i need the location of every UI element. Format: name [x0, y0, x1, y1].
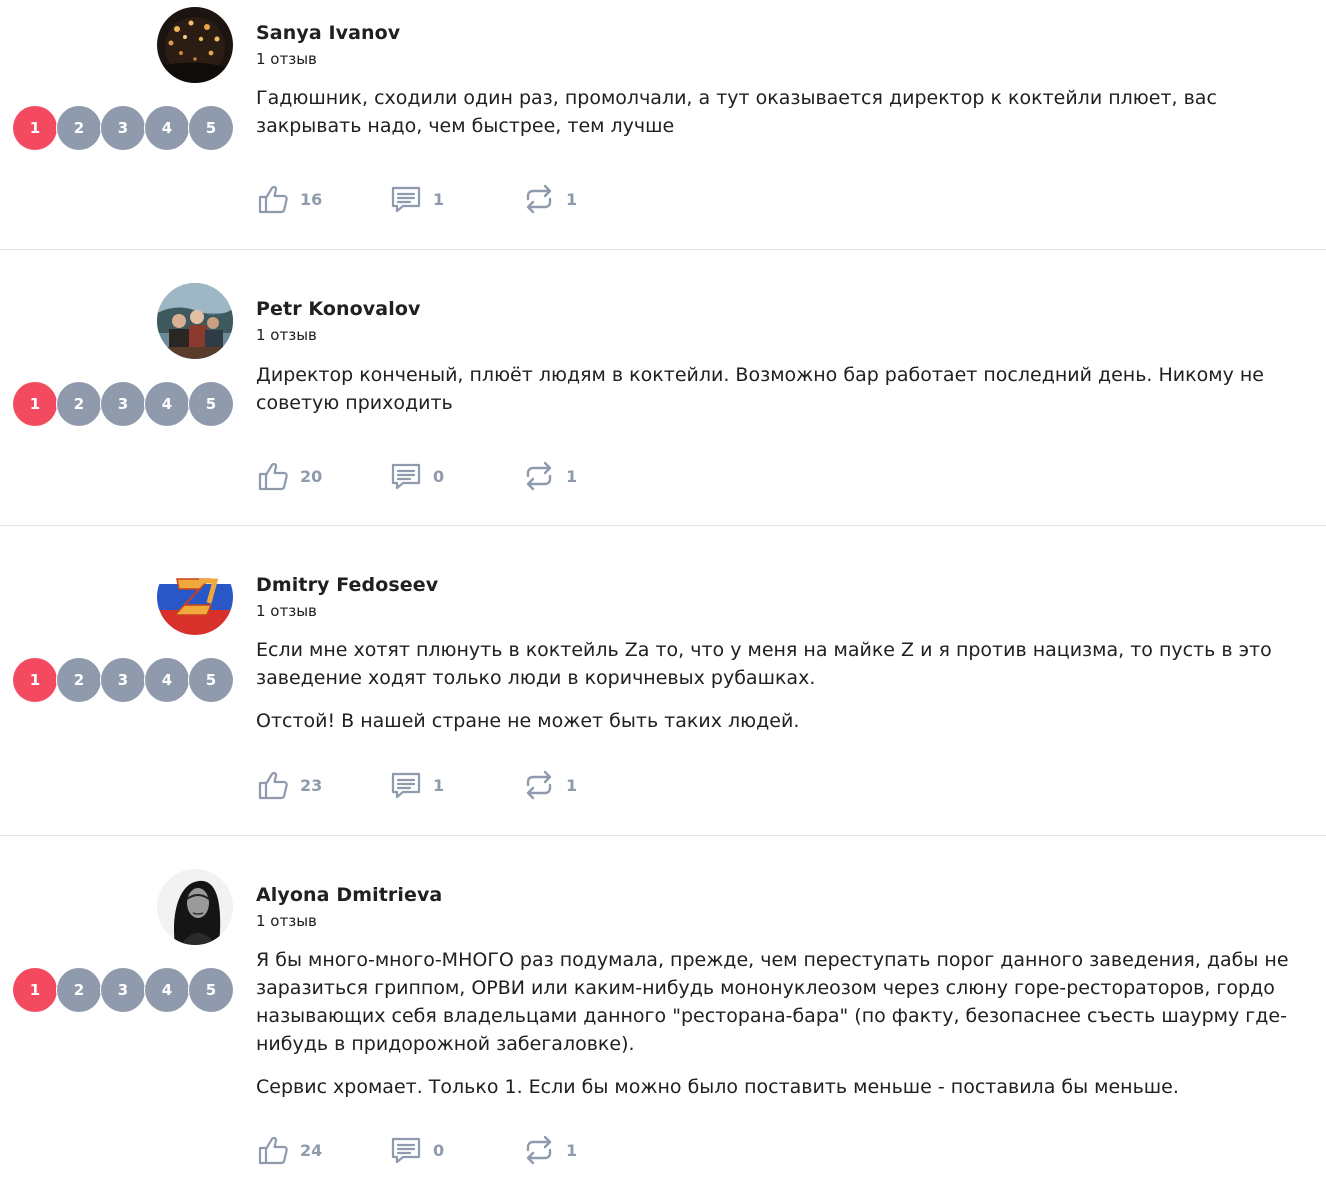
rating-dot-3[interactable]: 3	[101, 382, 145, 426]
author-name[interactable]: Sanya Ivanov	[256, 22, 400, 44]
author-name[interactable]: Petr Konovalov	[256, 298, 420, 320]
like-count: 23	[300, 775, 323, 795]
review-actions: 16 1 1	[256, 181, 596, 217]
share-count: 1	[566, 189, 578, 209]
comment-count: 1	[433, 189, 445, 209]
share-button[interactable]: 1	[522, 181, 577, 217]
like-count: 16	[300, 189, 323, 209]
review-actions: 23 1 1	[256, 767, 596, 803]
thumbs-up-icon	[256, 182, 290, 216]
review-text: Гадюшник, сходили один раз, промолчали, …	[256, 87, 1217, 137]
share-count: 1	[566, 466, 578, 486]
rating-dot-4[interactable]: 4	[145, 106, 189, 150]
author-name[interactable]: Alyona Dmitrieva	[256, 884, 442, 906]
rating-dot-2[interactable]: 2	[57, 382, 101, 426]
rating-dot-2[interactable]: 2	[57, 106, 101, 150]
review-text: Я бы много-много-МНОГО раз подумала, пре…	[256, 949, 1289, 1055]
review-count: 1 отзыв	[256, 50, 317, 68]
share-count: 1	[566, 775, 578, 795]
repost-icon	[522, 768, 556, 802]
comment-count: 1	[433, 775, 445, 795]
rating-dot-4[interactable]: 4	[145, 658, 189, 702]
like-button[interactable]: 16	[256, 181, 322, 217]
rating-dot-4[interactable]: 4	[145, 968, 189, 1012]
review-text: Отстой! В нашей стране не может быть так…	[256, 710, 800, 732]
rating-dot-1[interactable]: 1	[13, 106, 57, 150]
review-card: Dmitry Fedoseev 1 отзыв 1 2 3 4 5 Если м…	[0, 526, 1326, 836]
thumbs-up-icon	[256, 768, 290, 802]
rating-dot-3[interactable]: 3	[101, 658, 145, 702]
comment-count: 0	[433, 1140, 445, 1160]
review-text: Директор конченый, плюёт людям в коктейл…	[256, 364, 1264, 414]
like-count: 24	[300, 1140, 323, 1160]
share-count: 1	[566, 1140, 578, 1160]
like-count: 20	[300, 466, 323, 486]
rating-dot-1[interactable]: 1	[13, 968, 57, 1012]
like-button[interactable]: 24	[256, 1132, 322, 1168]
share-button[interactable]: 1	[522, 1132, 577, 1168]
avatar[interactable]	[157, 559, 233, 635]
comment-button[interactable]: 1	[389, 181, 444, 217]
avatar[interactable]	[157, 7, 233, 83]
rating-dot-5[interactable]: 5	[189, 658, 233, 702]
share-button[interactable]: 1	[522, 458, 577, 494]
comment-button[interactable]: 0	[389, 458, 444, 494]
review-card: Petr Konovalov 1 отзыв 1 2 3 4 5 Директо…	[0, 250, 1326, 526]
rating-dot-2[interactable]: 2	[57, 968, 101, 1012]
review-card: Sanya Ivanov 1 отзыв 1 2 3 4 5 Гадюшник,…	[0, 0, 1326, 250]
rating-dot-3[interactable]: 3	[101, 106, 145, 150]
like-button[interactable]: 23	[256, 767, 322, 803]
avatar[interactable]	[157, 869, 233, 945]
comment-count: 0	[433, 466, 445, 486]
like-button[interactable]: 20	[256, 458, 322, 494]
rating-dot-5[interactable]: 5	[189, 382, 233, 426]
review-actions: 20 0 1	[256, 458, 596, 494]
thumbs-up-icon	[256, 1133, 290, 1167]
comment-icon	[389, 459, 423, 493]
rating-dot-3[interactable]: 3	[101, 968, 145, 1012]
review-actions: 24 0 1	[256, 1132, 596, 1168]
review-count: 1 отзыв	[256, 912, 317, 930]
rating-dot-2[interactable]: 2	[57, 658, 101, 702]
comment-icon	[389, 1133, 423, 1167]
avatar[interactable]	[157, 283, 233, 359]
rating-dot-1[interactable]: 1	[13, 658, 57, 702]
rating-dot-1[interactable]: 1	[13, 382, 57, 426]
comment-icon	[389, 182, 423, 216]
review-count: 1 отзыв	[256, 602, 317, 620]
thumbs-up-icon	[256, 459, 290, 493]
author-name[interactable]: Dmitry Fedoseev	[256, 574, 438, 596]
comment-button[interactable]: 1	[389, 767, 444, 803]
rating-dot-5[interactable]: 5	[189, 106, 233, 150]
repost-icon	[522, 1133, 556, 1167]
review-count: 1 отзыв	[256, 326, 317, 344]
repost-icon	[522, 459, 556, 493]
share-button[interactable]: 1	[522, 767, 577, 803]
repost-icon	[522, 182, 556, 216]
review-text: Сервис хромает. Только 1. Если бы можно …	[256, 1076, 1179, 1098]
review-text: Если мне хотят плюнуть в коктейль Za то,…	[256, 639, 1272, 689]
comment-icon	[389, 768, 423, 802]
comment-button[interactable]: 0	[389, 1132, 444, 1168]
rating-dot-4[interactable]: 4	[145, 382, 189, 426]
rating-dot-5[interactable]: 5	[189, 968, 233, 1012]
review-card: Alyona Dmitrieva 1 отзыв 1 2 3 4 5 Я бы …	[0, 836, 1326, 1185]
